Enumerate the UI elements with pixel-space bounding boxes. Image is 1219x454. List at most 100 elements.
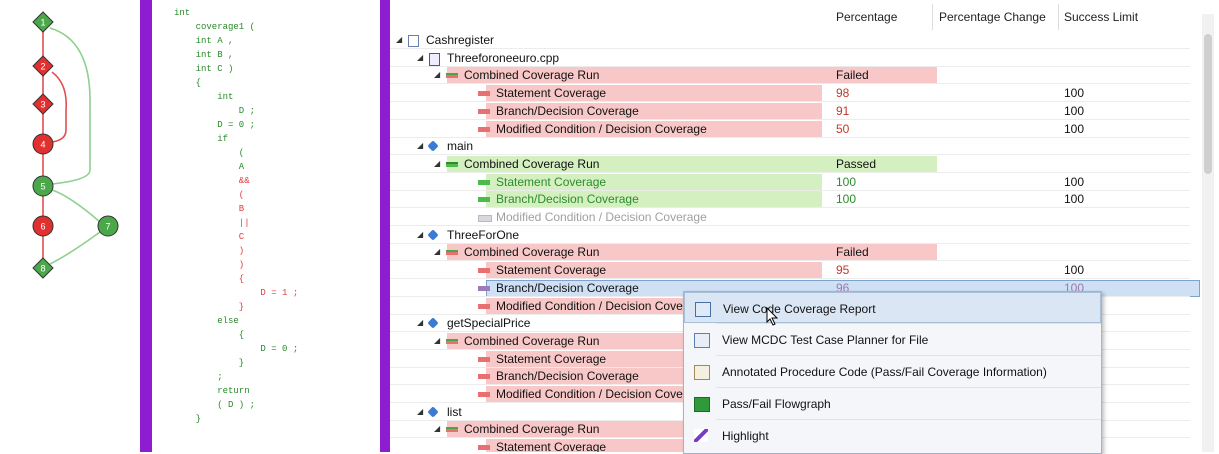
- flowgraph: 1 2 3 4 5 6 7 8: [32, 11, 119, 279]
- tree-row-label: Statement Coverage: [496, 440, 607, 452]
- flow-node-label: 7: [105, 222, 110, 232]
- tree-row-label: Modified Condition / Decision Coverage: [496, 298, 707, 313]
- flow-edge: [49, 27, 91, 185]
- tree-row-label: Cashregister: [426, 33, 495, 47]
- tree-row[interactable]: ◢ Combined Coverage Run Failed: [390, 244, 1190, 262]
- percentage-cell: Passed: [836, 156, 877, 171]
- column-header-percentage-change[interactable]: Percentage Change: [939, 10, 1046, 24]
- mouse-cursor-icon: [766, 307, 779, 326]
- tree-row-label: Statement Coverage: [496, 263, 607, 278]
- file-icon: [429, 52, 440, 66]
- code-line: {: [174, 330, 245, 340]
- coverage-run-icon: [446, 338, 458, 344]
- flow-node-label: 3: [40, 100, 45, 110]
- tree-row[interactable]: Modified Condition / Decision Coverage 50…: [390, 120, 1190, 138]
- expand-toggle-icon[interactable]: ◢: [417, 53, 423, 62]
- tree-row[interactable]: ◢ Cashregister: [390, 32, 1190, 49]
- tree-row[interactable]: Statement Coverage 95 100: [390, 262, 1190, 280]
- tree-row[interactable]: Branch/Decision Coverage 91 100: [390, 102, 1190, 120]
- success-limit-cell: 100: [1064, 174, 1085, 189]
- code-line: }: [174, 414, 202, 424]
- expand-toggle-icon[interactable]: ◢: [434, 159, 440, 168]
- code-line: else: [174, 316, 239, 326]
- code-line: int B ,: [174, 50, 234, 60]
- percentage-cell: 98: [836, 86, 850, 101]
- code-line: D = 1 ;: [174, 288, 299, 298]
- coverage-run-icon: [446, 250, 458, 256]
- column-header-percentage[interactable]: Percentage: [836, 10, 897, 24]
- coverage-bar-icon: [478, 285, 490, 291]
- scrollbar-thumb[interactable]: [1204, 34, 1212, 174]
- coverage-run-icon: [446, 427, 458, 433]
- column-header-success-limit[interactable]: Success Limit: [1064, 10, 1138, 24]
- planner-icon: [694, 333, 710, 348]
- flowgraph-panel: 1 2 3 4 5 6 7 8: [0, 0, 140, 452]
- tree-row[interactable]: Modified Condition / Decision Coverage: [390, 209, 1190, 226]
- project-icon: [408, 35, 419, 47]
- success-limit-cell: 100: [1064, 121, 1085, 136]
- vertical-scrollbar[interactable]: [1202, 14, 1214, 452]
- tree-row[interactable]: ◢ Combined Coverage Run Passed: [390, 155, 1190, 173]
- tree-row-label: Modified Condition / Decision Coverage: [496, 210, 707, 224]
- context-menu-item-label: Pass/Fail Flowgraph: [722, 397, 831, 411]
- expand-toggle-icon[interactable]: ◢: [417, 318, 423, 327]
- tree-row-label: Threeforoneeuro.cpp: [447, 50, 560, 65]
- tree-row[interactable]: ◢ Combined Coverage Run Failed: [390, 67, 1190, 85]
- percentage-cell: 50: [836, 121, 850, 136]
- code-line: D = 0 ;: [174, 344, 299, 354]
- flow-node-label: 4: [40, 140, 45, 150]
- tree-row-label: ThreeForOne: [447, 227, 520, 242]
- code-line: (: [174, 190, 245, 200]
- tree-row[interactable]: ◢ main: [390, 138, 1190, 156]
- expand-toggle-icon[interactable]: ◢: [417, 407, 423, 416]
- expand-toggle-icon[interactable]: ◢: [434, 336, 440, 345]
- code-line: D = 0 ;: [174, 120, 256, 130]
- context-menu-item[interactable]: View MCDC Test Case Planner for File: [684, 324, 1101, 355]
- coverage-bar-icon: [478, 392, 490, 397]
- tree-row-label: list: [447, 404, 462, 419]
- context-menu-item[interactable]: Annotated Procedure Code (Pass/Fail Cove…: [684, 356, 1101, 387]
- expand-toggle-icon[interactable]: ◢: [417, 141, 423, 150]
- expand-toggle-icon[interactable]: ◢: [434, 247, 440, 256]
- tree-row[interactable]: Statement Coverage 98 100: [390, 85, 1190, 103]
- context-menu-item[interactable]: Pass/Fail Flowgraph: [684, 388, 1101, 419]
- function-icon: [427, 406, 439, 418]
- flow-edge: [51, 189, 101, 223]
- percentage-cell: 95: [836, 263, 850, 278]
- context-menu-item[interactable]: Highlight: [684, 420, 1101, 451]
- expand-toggle-icon[interactable]: ◢: [434, 70, 440, 79]
- report-icon: [695, 302, 711, 317]
- coverage-bar-icon: [478, 215, 492, 222]
- coverage-run-icon: [446, 73, 458, 79]
- context-menu-item-label: Annotated Procedure Code (Pass/Fail Cove…: [722, 365, 1047, 379]
- context-menu-item[interactable]: View Code Coverage Report: [684, 292, 1101, 323]
- tree-row[interactable]: ◢ Threeforoneeuro.cpp: [390, 50, 1190, 67]
- flowgraph-icon: [694, 397, 710, 412]
- code-line: coverage1 (: [174, 22, 256, 32]
- tree-row-label: Modified Condition / Decision Coverage: [496, 121, 707, 136]
- tree-row[interactable]: Branch/Decision Coverage 100 100: [390, 191, 1190, 209]
- code-line: C: [174, 232, 245, 242]
- percentage-cell: Failed: [836, 68, 869, 83]
- flow-node-label: 5: [40, 182, 45, 192]
- tree-row-label: Combined Coverage Run: [464, 156, 600, 171]
- panel-divider: [140, 0, 152, 452]
- expand-toggle-icon[interactable]: ◢: [417, 230, 423, 239]
- tree-row[interactable]: ◢ ThreeForOne: [390, 227, 1190, 244]
- tree-row-label: main: [447, 139, 474, 154]
- coverage-bar-icon: [478, 91, 490, 97]
- expand-toggle-icon[interactable]: ◢: [434, 424, 440, 433]
- code-line: &&: [174, 176, 250, 186]
- tree-row-label: Branch/Decision Coverage: [496, 103, 639, 118]
- tree-row-label: Combined Coverage Run: [464, 68, 600, 83]
- code-panel: int coverage1 ( int A , int B , int C ) …: [152, 0, 380, 452]
- context-menu-item-label: View MCDC Test Case Planner for File: [722, 333, 929, 347]
- expand-toggle-icon[interactable]: ◢: [396, 35, 402, 44]
- tree-row-label: Statement Coverage: [496, 174, 607, 189]
- code-line: ): [174, 260, 245, 270]
- function-icon: [427, 317, 439, 329]
- code-line: return: [174, 386, 250, 396]
- tree-row[interactable]: Statement Coverage 100 100: [390, 173, 1190, 191]
- code-line: if: [174, 134, 229, 144]
- function-icon: [427, 229, 439, 241]
